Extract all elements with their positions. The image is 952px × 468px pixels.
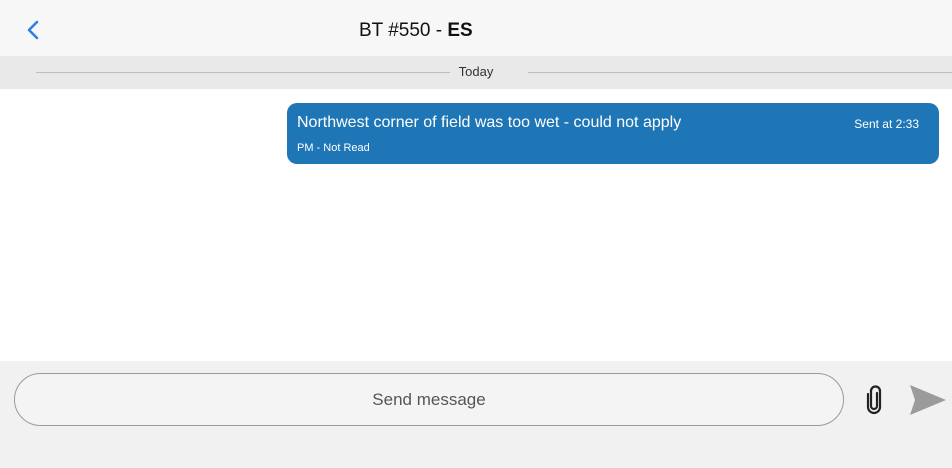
- nav-header: BT #550 - ES: [0, 0, 952, 56]
- back-button[interactable]: [22, 18, 46, 42]
- conversation-title-text: BT #550 -: [359, 20, 448, 41]
- chat-screen: BT #550 - ES Today Northwest corner of f…: [0, 0, 952, 468]
- attach-button[interactable]: [864, 385, 884, 415]
- conversation-title: BT #550 - ES: [359, 20, 473, 42]
- chevron-left-icon: [27, 20, 39, 40]
- message-input[interactable]: [14, 373, 844, 426]
- send-icon: [910, 385, 946, 415]
- message-composer: [0, 361, 952, 468]
- paperclip-icon: [866, 385, 882, 415]
- message-status-time: Sent at 2:33: [854, 117, 919, 131]
- message-bubble[interactable]: Northwest corner of field was too wet - …: [287, 103, 939, 164]
- date-divider: Today: [0, 56, 952, 89]
- date-label: Today: [449, 64, 503, 79]
- message-status-read: PM - Not Read: [297, 142, 370, 154]
- conversation-title-bold: ES: [447, 20, 473, 41]
- message-text: Northwest corner of field was too wet - …: [297, 114, 682, 131]
- send-button[interactable]: [908, 382, 948, 418]
